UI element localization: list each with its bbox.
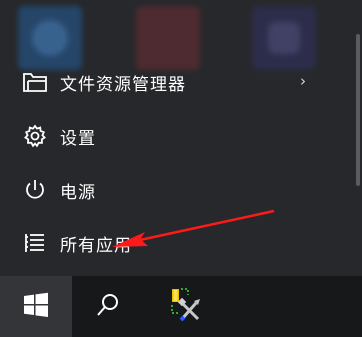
menu-item-power[interactable]: 电源 bbox=[0, 165, 320, 215]
power-icon bbox=[22, 177, 48, 203]
menu-item-label: 所有应用 bbox=[60, 235, 132, 256]
start-menu: 文件资源管理器 › 设置 电源 所有应用 bbox=[0, 0, 362, 276]
tools-app-icon bbox=[168, 285, 204, 329]
list-icon bbox=[22, 230, 48, 256]
folder-icon bbox=[22, 69, 48, 95]
search-button[interactable] bbox=[82, 276, 134, 337]
menu-item-label: 文件资源管理器 bbox=[60, 74, 186, 95]
taskbar bbox=[0, 276, 362, 337]
menu-item-label: 电源 bbox=[60, 182, 96, 203]
windows-logo-icon bbox=[23, 292, 49, 322]
chevron-right-icon[interactable]: › bbox=[300, 72, 306, 90]
scrollbar[interactable] bbox=[356, 34, 360, 186]
menu-item-all-apps[interactable]: 所有应用 bbox=[0, 218, 320, 268]
gear-icon bbox=[22, 123, 48, 149]
start-button[interactable] bbox=[0, 276, 72, 337]
menu-item-label: 设置 bbox=[60, 128, 96, 149]
menu-item-file-explorer[interactable]: 文件资源管理器 bbox=[0, 57, 320, 107]
taskbar-app-tools[interactable] bbox=[160, 276, 212, 337]
search-icon bbox=[95, 292, 121, 322]
menu-item-settings[interactable]: 设置 bbox=[0, 111, 320, 161]
